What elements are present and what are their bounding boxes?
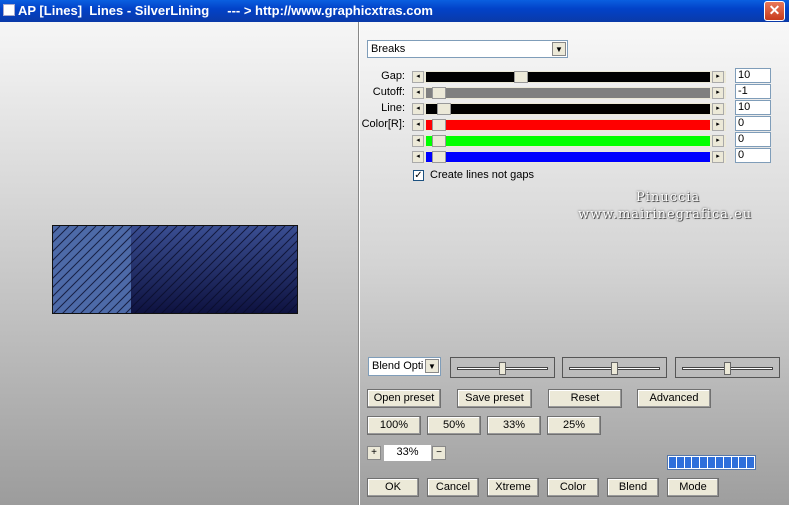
- slider-knob[interactable]: [432, 87, 446, 99]
- zoom-25-button[interactable]: 25%: [547, 416, 601, 435]
- slider-knob[interactable]: [432, 135, 446, 147]
- slider-right-arrow-icon[interactable]: ▸: [712, 119, 724, 131]
- zoom-out-button[interactable]: −: [432, 446, 446, 460]
- mode-select-value: Breaks: [371, 43, 406, 55]
- slider-knob[interactable]: [514, 71, 528, 83]
- slider-right-arrow-icon[interactable]: ▸: [712, 71, 724, 83]
- zoom-100-button[interactable]: 100%: [367, 416, 421, 435]
- blue-slider-knob[interactable]: [724, 362, 731, 375]
- color-b-value-field[interactable]: 0: [735, 148, 771, 163]
- line-label: Line:: [381, 102, 405, 114]
- slider-left-arrow-icon[interactable]: ◂: [412, 71, 424, 83]
- diagonal-lines: [53, 226, 297, 313]
- mode-select[interactable]: Breaks ▼: [367, 40, 568, 58]
- gap-label: Gap:: [381, 70, 405, 82]
- title-bar: AP [Lines] Lines - SilverLining --- > ht…: [0, 0, 789, 22]
- chevron-down-icon[interactable]: ▼: [552, 42, 566, 56]
- app-icon: [3, 4, 15, 16]
- gap-value-field[interactable]: 10: [735, 68, 771, 83]
- save-preset-button[interactable]: Save preset: [457, 389, 532, 408]
- blend-button[interactable]: Blend: [607, 478, 659, 497]
- cutoff-value-field[interactable]: -1: [735, 84, 771, 99]
- watermark-name: Pinuccia: [636, 190, 701, 205]
- red-slider-knob[interactable]: [499, 362, 506, 375]
- slider-left-arrow-icon[interactable]: ◂: [412, 103, 424, 115]
- slider-track: [426, 104, 710, 114]
- slider-right-arrow-icon[interactable]: ▸: [712, 135, 724, 147]
- open-preset-button[interactable]: Open preset: [367, 389, 441, 408]
- slider-track: [426, 136, 710, 146]
- slider-right-arrow-icon[interactable]: ▸: [712, 151, 724, 163]
- slider-track: [426, 152, 710, 162]
- slider-left-arrow-icon[interactable]: ◂: [412, 135, 424, 147]
- slider-knob[interactable]: [437, 103, 451, 115]
- green-slider-knob[interactable]: [611, 362, 618, 375]
- zoom-in-button[interactable]: +: [367, 446, 381, 460]
- color-button[interactable]: Color: [547, 478, 599, 497]
- slider-left-arrow-icon[interactable]: ◂: [412, 87, 424, 99]
- line-slider[interactable]: ◂ ▸: [412, 103, 726, 115]
- red-color-box[interactable]: [450, 357, 555, 378]
- cutoff-slider[interactable]: ◂ ▸: [412, 87, 726, 99]
- slider-knob[interactable]: [432, 151, 446, 163]
- advanced-button[interactable]: Advanced: [637, 389, 711, 408]
- color-r-slider[interactable]: ◂ ▸: [412, 119, 726, 131]
- window-title: AP [Lines] Lines - SilverLining --- > ht…: [18, 3, 433, 18]
- chevron-down-icon[interactable]: ▼: [425, 359, 439, 373]
- color-b-slider[interactable]: ◂ ▸: [412, 151, 726, 163]
- color-r-value-field[interactable]: 0: [735, 116, 771, 131]
- preview-thumbnail: [52, 225, 298, 314]
- slider-track: [426, 72, 710, 82]
- slider-track: [426, 120, 710, 130]
- blue-color-box[interactable]: [675, 357, 780, 378]
- watermark-url: www.mairinegrafica.eu: [578, 207, 753, 222]
- create-lines-checkbox[interactable]: ✓: [413, 170, 424, 181]
- ok-button[interactable]: OK: [367, 478, 419, 497]
- slider-right-arrow-icon[interactable]: ▸: [712, 87, 724, 99]
- reset-button[interactable]: Reset: [548, 389, 622, 408]
- blend-select-value: Blend Opti: [372, 360, 424, 372]
- xtreme-button[interactable]: Xtreme: [487, 478, 539, 497]
- cutoff-label: Cutoff:: [372, 86, 405, 98]
- color-g-value-field[interactable]: 0: [735, 132, 771, 147]
- blend-select[interactable]: Blend Opti ▼: [368, 357, 441, 376]
- slider-right-arrow-icon[interactable]: ▸: [712, 103, 724, 115]
- line-value-field[interactable]: 10: [735, 100, 771, 115]
- zoom-value: 33%: [384, 445, 431, 461]
- slider-left-arrow-icon[interactable]: ◂: [412, 119, 424, 131]
- slider-track: [426, 88, 710, 98]
- mode-button[interactable]: Mode: [667, 478, 719, 497]
- progress-bar: [667, 455, 756, 470]
- gap-slider[interactable]: ◂ ▸: [412, 71, 726, 83]
- slider-knob[interactable]: [432, 119, 446, 131]
- slider-left-arrow-icon[interactable]: ◂: [412, 151, 424, 163]
- close-button[interactable]: ✕: [764, 1, 785, 21]
- create-lines-label: Create lines not gaps: [430, 169, 534, 181]
- color-g-slider[interactable]: ◂ ▸: [412, 135, 726, 147]
- cancel-button[interactable]: Cancel: [427, 478, 479, 497]
- color-r-label: Color[R]:: [361, 118, 405, 130]
- zoom-33-button[interactable]: 33%: [487, 416, 541, 435]
- green-color-box[interactable]: [562, 357, 667, 378]
- zoom-50-button[interactable]: 50%: [427, 416, 481, 435]
